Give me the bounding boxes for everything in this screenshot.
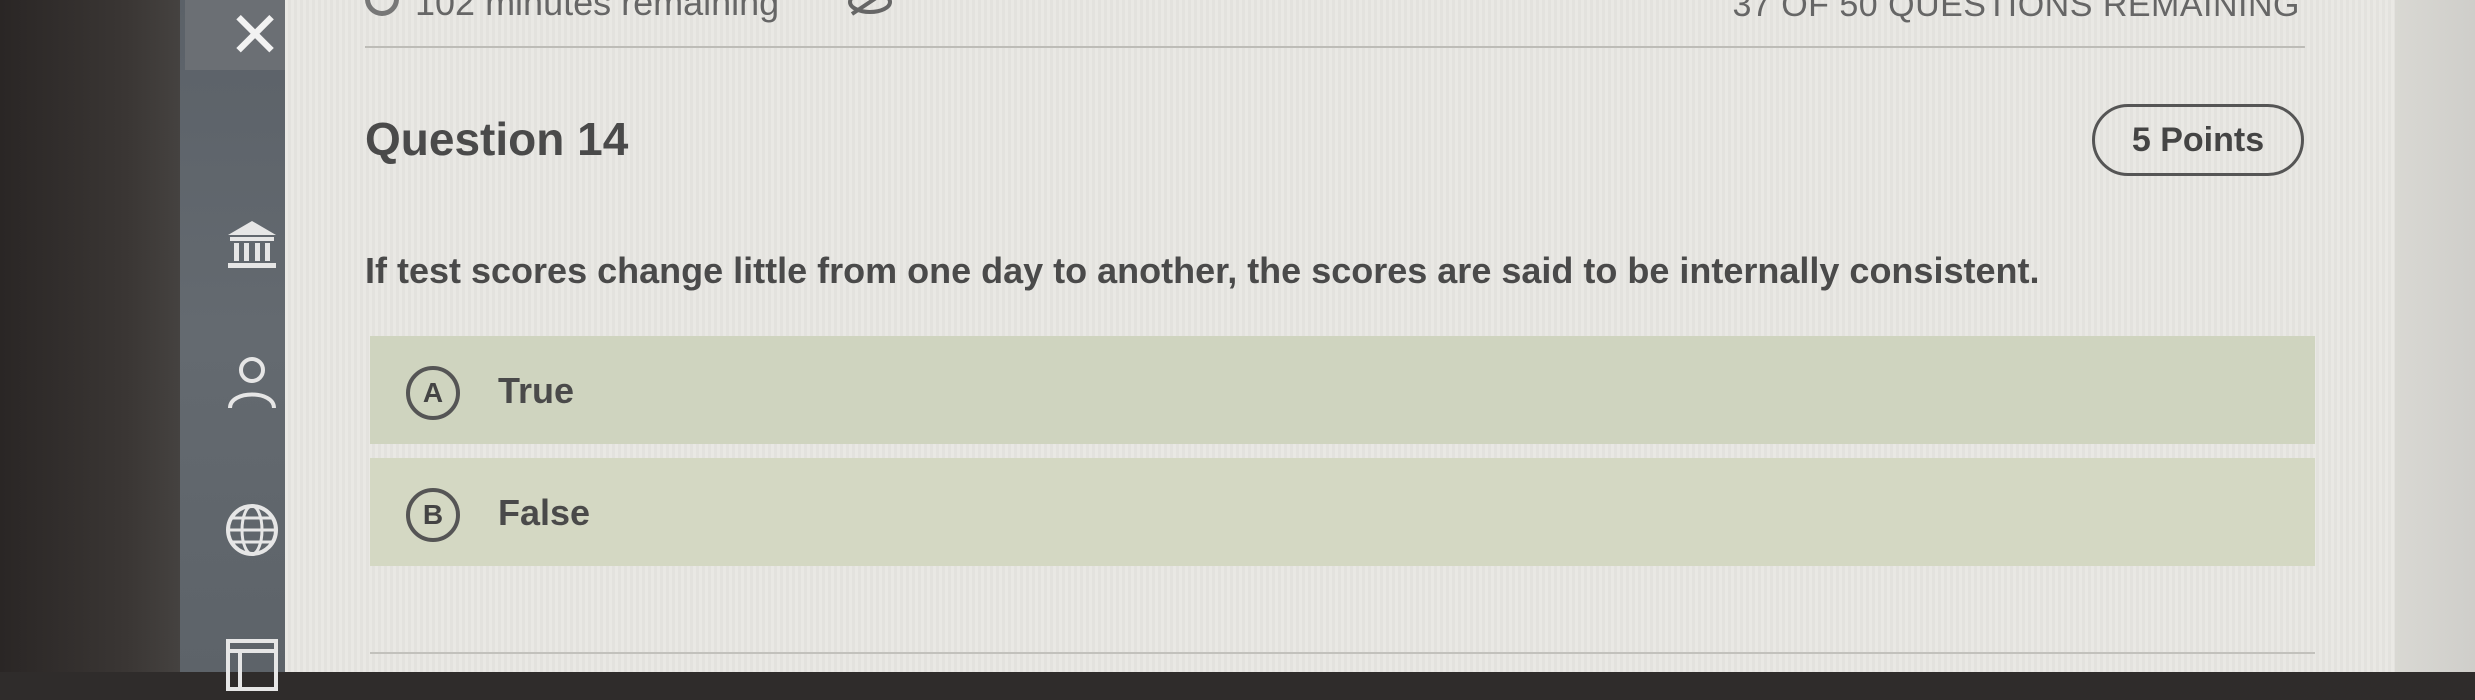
option-b[interactable]: B False: [370, 458, 2315, 566]
close-icon: ✕: [228, 0, 282, 71]
sidebar: [180, 0, 285, 672]
question-text: If test scores change little from one da…: [365, 250, 2040, 291]
option-letter: A: [406, 366, 460, 420]
option-label: True: [498, 370, 575, 411]
globe-icon[interactable]: [222, 500, 282, 560]
option-a[interactable]: A True: [370, 336, 2315, 444]
option-letter: B: [406, 488, 460, 542]
user-icon[interactable]: [222, 352, 282, 412]
timer-text: 102 minutes remaining: [415, 0, 780, 23]
eye-slash-icon[interactable]: [846, 0, 894, 16]
layout-icon[interactable]: [222, 635, 282, 695]
questions-remaining: 37 OF 50 QUESTIONS REMAINING: [1732, 0, 2300, 24]
question-title: Question 14: [365, 113, 629, 165]
divider: [370, 652, 2315, 654]
option-label: False: [498, 492, 591, 533]
screen-bezel: [0, 0, 180, 672]
points-badge: 5 Points: [2092, 104, 2304, 176]
institution-icon[interactable]: [222, 215, 282, 275]
right-edge: [2395, 0, 2475, 672]
